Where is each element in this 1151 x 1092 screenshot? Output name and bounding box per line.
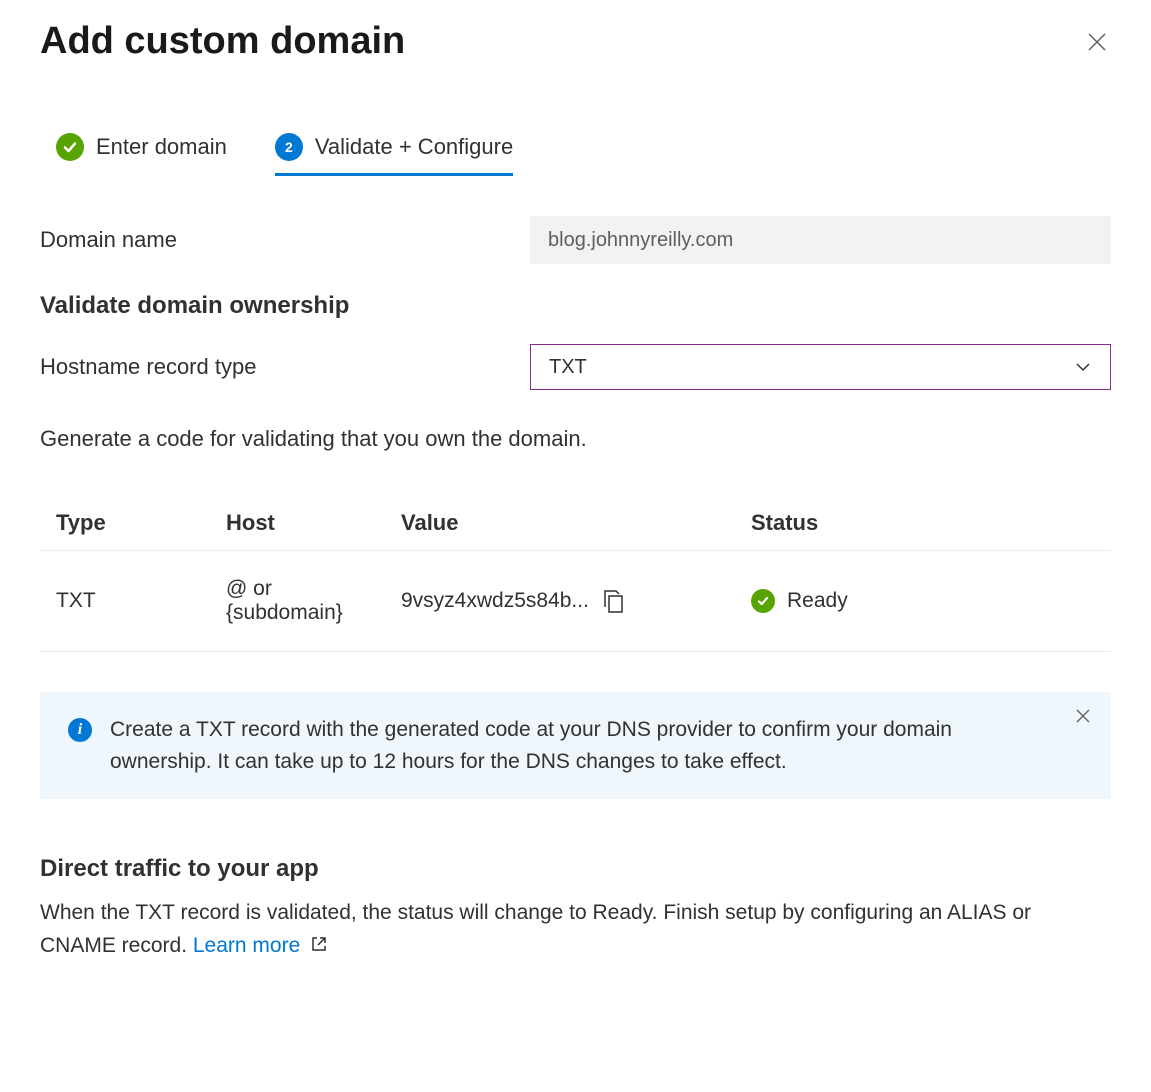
cell-host: @ or {subdomain} <box>210 551 385 652</box>
column-header-type: Type <box>40 496 210 551</box>
generate-code-help-text: Generate a code for validating that you … <box>40 426 1111 452</box>
copy-button[interactable] <box>601 588 625 614</box>
column-header-host: Host <box>210 496 385 551</box>
info-close-button[interactable] <box>1075 708 1091 724</box>
checkmark-icon <box>751 589 775 613</box>
chevron-down-icon <box>1074 358 1092 376</box>
select-value: TXT <box>549 356 587 379</box>
cell-status: Ready <box>787 589 848 613</box>
domain-name-input <box>530 216 1111 264</box>
checkmark-icon <box>56 133 84 161</box>
close-icon <box>1086 31 1108 53</box>
tab-label: Enter domain <box>96 134 227 160</box>
cell-type: TXT <box>40 551 210 652</box>
copy-icon <box>601 588 625 614</box>
column-header-status: Status <box>735 496 1111 551</box>
learn-more-link[interactable]: Learn more <box>193 934 328 957</box>
info-banner: i Create a TXT record with the generated… <box>40 692 1111 799</box>
direct-traffic-title: Direct traffic to your app <box>40 855 1111 883</box>
step-number-badge: 2 <box>275 133 303 161</box>
direct-traffic-text: When the TXT record is validated, the st… <box>40 897 1111 962</box>
column-header-value: Value <box>385 496 735 551</box>
dns-records-table: Type Host Value Status TXT @ or {subdoma… <box>40 496 1111 652</box>
domain-name-label: Domain name <box>40 227 530 253</box>
tab-label: Validate + Configure <box>315 134 513 160</box>
page-title: Add custom domain <box>40 20 405 63</box>
close-button[interactable] <box>1083 28 1111 56</box>
cell-value: 9vsyz4xwdz5s84b... <box>401 589 589 613</box>
close-icon <box>1075 708 1091 724</box>
hostname-record-type-label: Hostname record type <box>40 354 530 380</box>
validate-section-title: Validate domain ownership <box>40 292 1111 320</box>
info-icon: i <box>68 718 92 742</box>
table-row: TXT @ or {subdomain} 9vsyz4xwdz5s84b... <box>40 551 1111 652</box>
tab-enter-domain[interactable]: Enter domain <box>56 133 227 176</box>
tab-validate-configure[interactable]: 2 Validate + Configure <box>275 133 513 176</box>
external-link-icon <box>310 935 328 953</box>
info-text: Create a TXT record with the generated c… <box>110 714 990 777</box>
hostname-record-type-select[interactable]: TXT <box>530 344 1111 390</box>
